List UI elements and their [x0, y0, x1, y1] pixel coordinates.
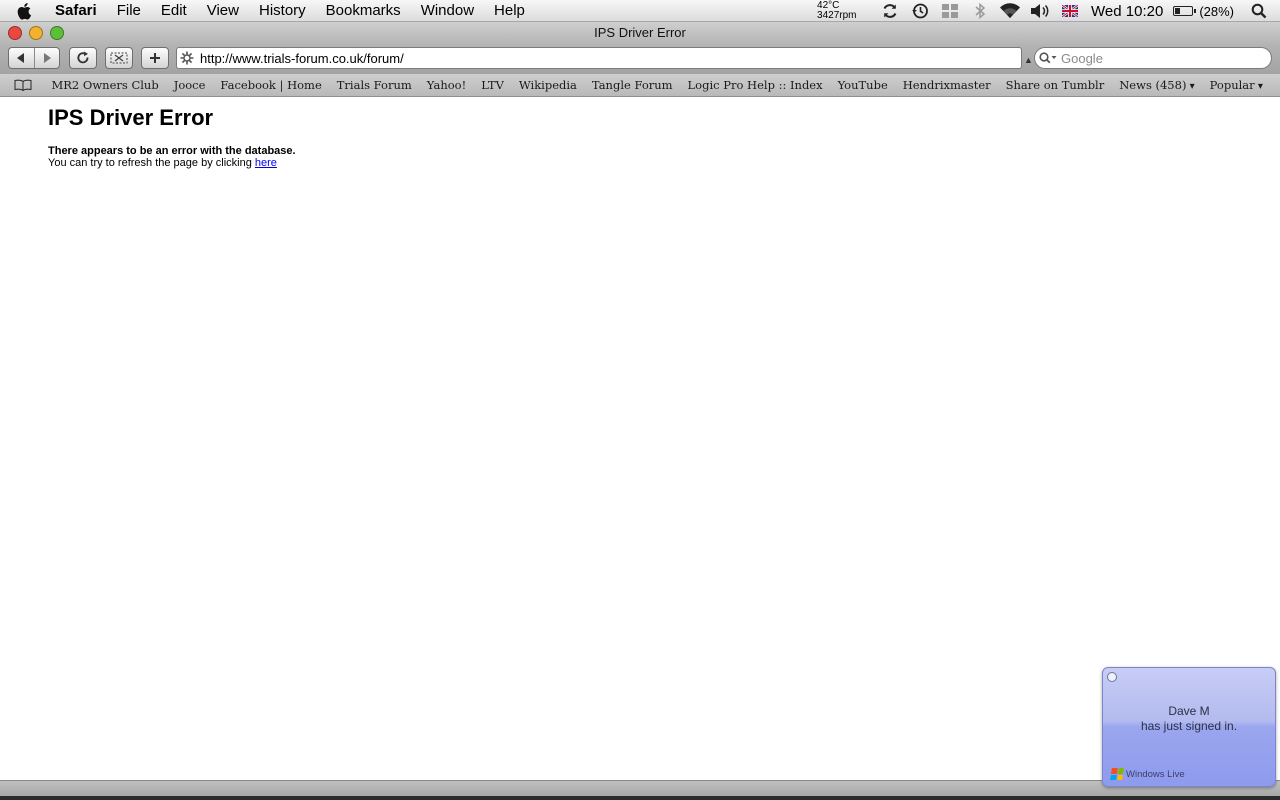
menu-bookmarks[interactable]: Bookmarks: [316, 0, 411, 22]
snippet-button[interactable]: [105, 47, 133, 69]
menu-app-safari[interactable]: Safari: [53, 0, 107, 22]
back-icon: [17, 53, 25, 63]
bookmark-hendrixmaster[interactable]: Hendrixmaster: [895, 78, 998, 92]
battery-percent: (28%): [1199, 3, 1234, 19]
bookmark-facebook-home[interactable]: Facebook | Home: [213, 78, 329, 92]
bluetooth-icon[interactable]: [965, 0, 995, 22]
notification-contact-name: Dave M: [1168, 704, 1210, 718]
window-title-bar: IPS Driver Error: [0, 22, 1280, 44]
add-bookmark-button[interactable]: [141, 47, 169, 69]
sign-in-notification[interactable]: Dave M has just signed in. Windows Live: [1102, 667, 1276, 787]
bookmark-jooce[interactable]: Jooce: [166, 78, 213, 92]
reload-icon: [77, 51, 89, 64]
wifi-icon[interactable]: [995, 0, 1025, 22]
url-text[interactable]: http://www.trials-forum.co.uk/forum/: [200, 51, 404, 66]
menu-edit[interactable]: Edit: [151, 0, 197, 22]
time-machine-icon[interactable]: [905, 0, 935, 22]
refresh-link[interactable]: here: [255, 157, 277, 169]
sync-icon[interactable]: [875, 0, 905, 22]
menu-bar: Safari File Edit View History Bookmarks …: [0, 0, 1280, 22]
loading-gear-icon: [180, 51, 198, 65]
bookmark-folder-news[interactable]: News (458): [1112, 78, 1202, 92]
window-controls: [8, 26, 64, 40]
uk-flag-icon[interactable]: [1055, 0, 1085, 22]
error-message: There appears to be an error with the da…: [48, 145, 296, 157]
menu-file[interactable]: File: [107, 0, 151, 22]
search-placeholder: Google: [1061, 50, 1103, 66]
bookmark-youtube[interactable]: YouTube: [830, 78, 895, 92]
menu-history[interactable]: History: [249, 0, 316, 22]
notification-close-button[interactable]: [1107, 672, 1117, 682]
forward-icon: [43, 53, 51, 63]
apple-icon[interactable]: [17, 2, 39, 20]
menu-view[interactable]: View: [197, 0, 249, 22]
forward-button[interactable]: [33, 48, 60, 68]
snippet-icon: [110, 52, 128, 64]
volume-icon[interactable]: [1025, 0, 1055, 22]
menu-extras: 42°C 3427rpm Wed 10:20 (28%): [817, 0, 1280, 22]
bookmark-mr2-owners-club[interactable]: MR2 Owners Club: [44, 78, 166, 92]
menu-help[interactable]: Help: [484, 0, 535, 22]
windows-live-brand: Windows Live: [1110, 768, 1185, 780]
bookmark-logic-pro-help[interactable]: Logic Pro Help :: Index: [680, 78, 830, 92]
windows-live-logo-icon: [1110, 768, 1124, 780]
menu-clock[interactable]: Wed 10:20: [1085, 3, 1173, 20]
bookmarks-bar: MR2 Owners Club Jooce Facebook | Home Tr…: [0, 74, 1280, 97]
bookmark-tangle-forum[interactable]: Tangle Forum: [584, 78, 680, 92]
bookmark-folder-popular[interactable]: Popular: [1202, 78, 1270, 92]
refresh-instructions: You can try to refresh the page by click…: [48, 157, 277, 169]
add-bookmark-icon: [150, 53, 160, 63]
bookmark-trials-forum[interactable]: Trials Forum: [329, 78, 419, 92]
bookmarks-book-icon[interactable]: [14, 79, 38, 91]
address-bar[interactable]: http://www.trials-forum.co.uk/forum/: [176, 47, 1022, 69]
back-forward-group: [8, 47, 60, 69]
desktop-edge: [0, 796, 1280, 800]
notification-status: has just signed in.: [1140, 719, 1238, 733]
menu-window[interactable]: Window: [411, 0, 484, 22]
windows-live-label: Windows Live: [1126, 768, 1185, 780]
temperature-monitor[interactable]: 42°C 3427rpm: [817, 1, 865, 21]
search-icon[interactable]: [1039, 52, 1061, 64]
fan-speed-readout: 3427rpm: [817, 10, 857, 21]
error-heading: IPS Driver Error: [48, 105, 214, 130]
battery-status[interactable]: (28%): [1173, 4, 1244, 19]
search-field[interactable]: Google: [1034, 47, 1272, 69]
spotlight-icon[interactable]: [1244, 0, 1274, 22]
window-title: IPS Driver Error: [594, 25, 686, 40]
reload-button[interactable]: [69, 47, 97, 69]
address-bar-resize-handle[interactable]: ▲: [1024, 55, 1033, 65]
browser-toolbar: http://www.trials-forum.co.uk/forum/ ▲ G…: [0, 44, 1280, 74]
browser-status-bar: [0, 780, 1280, 796]
bookmark-yahoo[interactable]: Yahoo!: [419, 78, 473, 92]
zoom-window-button[interactable]: [50, 26, 64, 40]
minimize-window-button[interactable]: [29, 26, 43, 40]
spaces-icon[interactable]: [935, 0, 965, 22]
battery-icon: [1173, 6, 1197, 16]
close-window-button[interactable]: [8, 26, 22, 40]
bookmark-wikipedia[interactable]: Wikipedia: [511, 78, 584, 92]
web-page-content: IPS Driver Error There appears to be an …: [0, 97, 1280, 780]
bookmark-share-on-tumblr[interactable]: Share on Tumblr: [998, 78, 1112, 92]
refresh-text: You can try to refresh the page by click…: [48, 157, 255, 169]
bookmark-ltv[interactable]: LTV: [474, 78, 512, 92]
back-button[interactable]: [9, 48, 34, 68]
